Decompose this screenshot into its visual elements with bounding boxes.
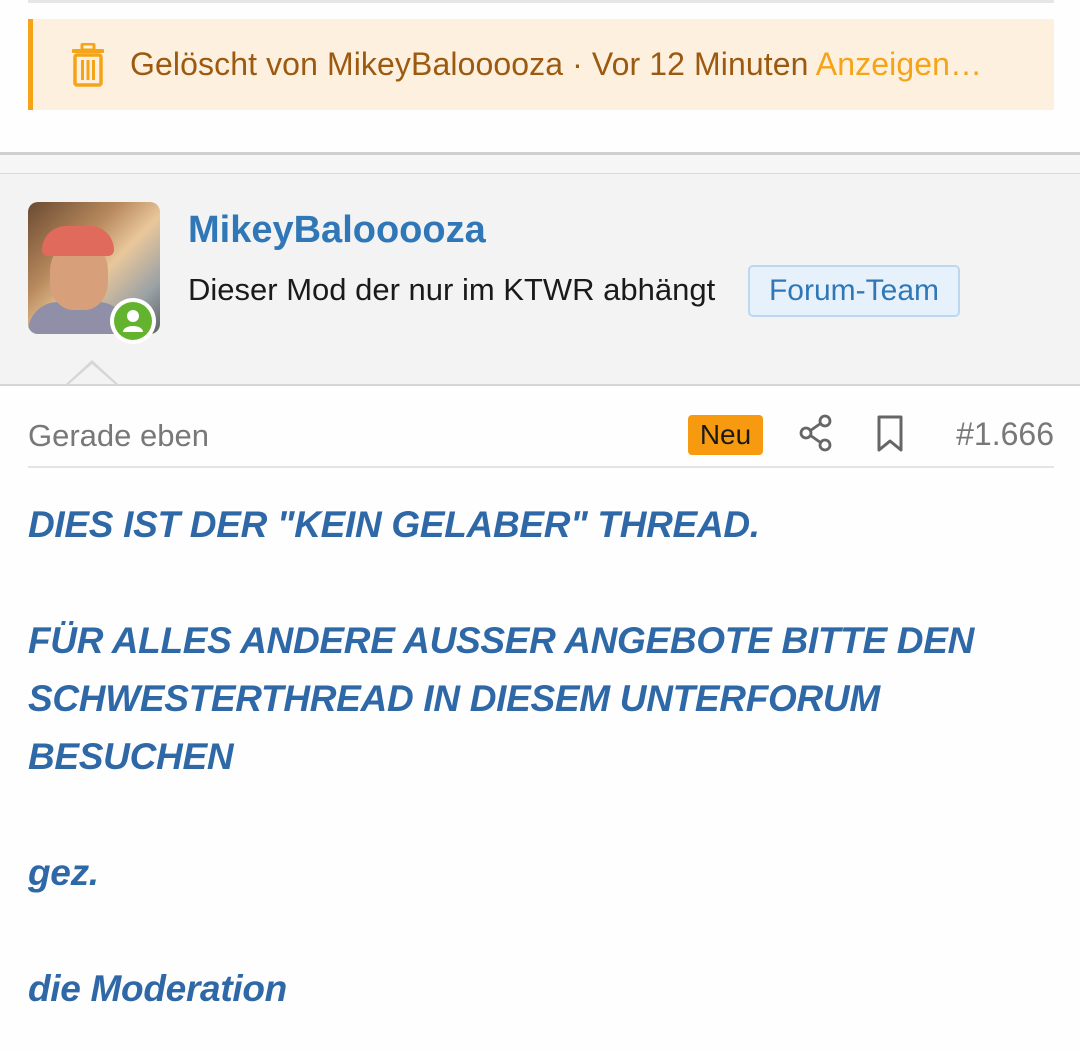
deleted-notice-text: Gelöscht von MikeyBalooooza · Vor 12 Min…: [130, 46, 982, 83]
post-meta: Gerade eben Neu #1.666: [28, 410, 1054, 460]
panel-pointer: [69, 364, 115, 384]
post-line: die Moderation: [28, 968, 287, 1009]
post-gap: [0, 155, 1080, 173]
post-number-link[interactable]: #1.666: [956, 416, 1054, 453]
username-link[interactable]: MikeyBalooooza: [188, 209, 486, 252]
online-status-icon: [110, 298, 156, 344]
post-line: BESUCHEN: [28, 736, 234, 777]
show-deleted-post-link[interactable]: Anzeigen…: [816, 46, 982, 82]
post-line: SCHWESTERTHREAD IN DIESEM UNTERFORUM: [28, 678, 880, 719]
share-icon[interactable]: [799, 414, 833, 452]
post-line: FÜR ALLES ANDERE AUSSER ANGEBOTE BITTE D…: [28, 620, 975, 661]
user-icon: [123, 310, 143, 332]
top-divider: [28, 0, 1054, 3]
post-line: DIES IST DER "KEIN GELABER" THREAD.: [28, 504, 760, 545]
role-badge: Forum-Team: [748, 265, 960, 317]
online-dot: [114, 302, 152, 340]
author-panel: MikeyBalooooza Dieser Mod der nur im KTW…: [0, 173, 1080, 386]
post-timestamp[interactable]: Gerade eben: [28, 418, 209, 454]
user-title: Dieser Mod der nur im KTWR abhängt: [188, 272, 716, 307]
post-body: DIES IST DER "KEIN GELABER" THREAD. FÜR …: [28, 496, 1058, 1018]
trash-icon: [72, 43, 104, 87]
meta-divider: [28, 466, 1054, 468]
avatar-helmet: [42, 226, 114, 256]
deleted-post-notice: Gelöscht von MikeyBalooooza · Vor 12 Min…: [28, 19, 1054, 110]
post-line: gez.: [28, 852, 99, 893]
new-badge: Neu: [688, 415, 763, 455]
deleted-notice-label: Gelöscht von MikeyBalooooza · Vor 12 Min…: [130, 46, 809, 82]
bookmark-icon[interactable]: [875, 415, 905, 453]
